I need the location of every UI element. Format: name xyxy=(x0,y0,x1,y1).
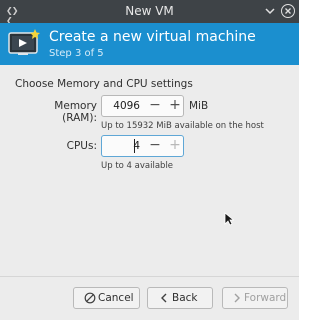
wizard-step-indicator: Step 3 of 5 xyxy=(49,48,104,59)
memory-value[interactable]: 4096 xyxy=(102,100,140,112)
mouse-pointer-icon xyxy=(224,211,235,226)
wizard-header: Create a new virtual machine Step 3 of 5 xyxy=(0,23,299,65)
memory-hint: Up to 15932 MiB available on the host xyxy=(101,121,264,131)
memory-increment-button[interactable]: + xyxy=(165,96,185,116)
cpus-hint: Up to 4 available xyxy=(101,161,174,171)
chevron-right-icon xyxy=(231,292,243,304)
cpus-decrement-button[interactable]: − xyxy=(145,136,165,156)
cpus-label: CPUs: xyxy=(66,140,97,152)
title-bar[interactable]: ❮❯❮ New VM xyxy=(0,0,299,25)
cpus-spinbox[interactable]: 4 − + xyxy=(101,135,184,157)
memory-label: Memory (RAM): xyxy=(54,100,97,124)
new-vm-icon xyxy=(8,28,40,58)
back-label: Back xyxy=(172,292,198,304)
memory-spinbox[interactable]: 4096 − + xyxy=(101,95,184,117)
text-cursor xyxy=(134,139,135,153)
section-heading: Choose Memory and CPU settings xyxy=(15,78,193,90)
minimize-icon[interactable] xyxy=(262,3,278,19)
forward-label: Forward xyxy=(244,292,287,304)
footer-divider xyxy=(0,276,299,277)
forward-button[interactable]: Forward xyxy=(222,287,288,309)
new-vm-dialog: ❮❯❮ New VM Create a new virtual machine … xyxy=(0,0,299,320)
cancel-button[interactable]: Cancel xyxy=(73,287,140,309)
memory-decrement-button[interactable]: − xyxy=(145,96,165,116)
window-title: New VM xyxy=(125,4,174,18)
cancel-label: Cancel xyxy=(98,292,134,304)
back-button[interactable]: Back xyxy=(147,287,213,309)
cancel-icon xyxy=(84,292,96,304)
wizard-heading: Create a new virtual machine xyxy=(49,29,256,45)
cpus-increment-button[interactable]: + xyxy=(165,136,185,156)
chevron-left-icon xyxy=(158,292,170,304)
close-icon[interactable] xyxy=(280,3,296,19)
memory-unit: MiB xyxy=(189,100,209,112)
